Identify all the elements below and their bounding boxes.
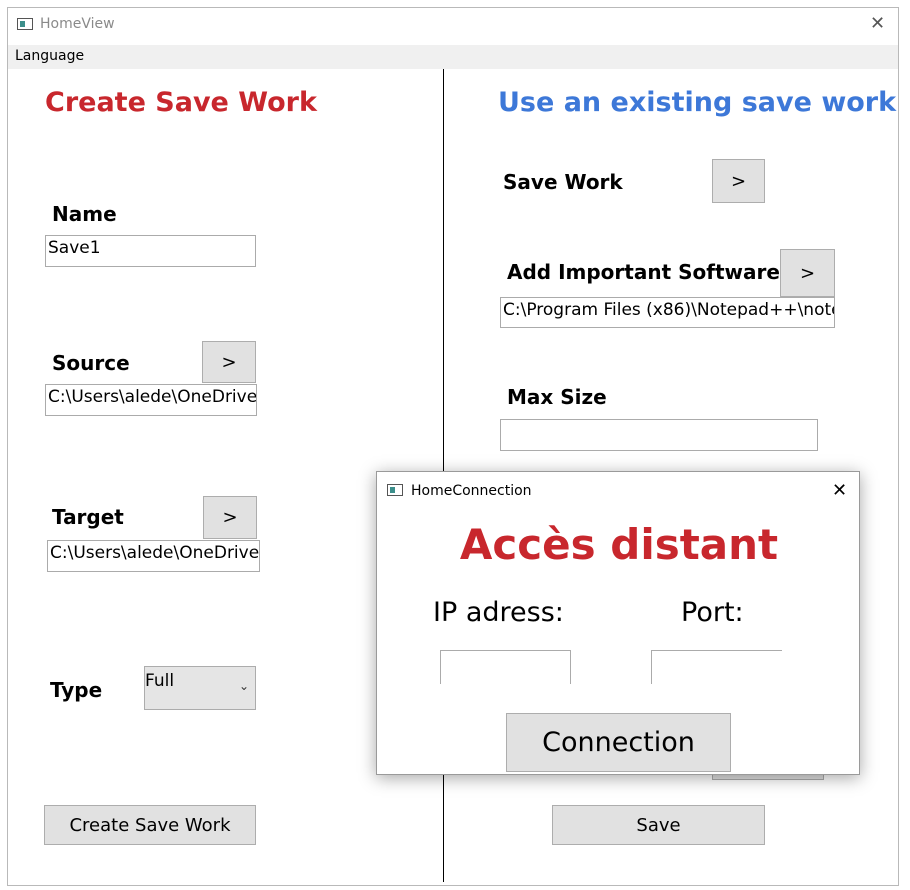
add-software-label: Add Important Software	[507, 260, 780, 284]
type-label: Type	[50, 678, 103, 702]
ip-label: IP adress:	[433, 597, 564, 628]
source-input[interactable]: C:\Users\alede\OneDrive	[45, 384, 257, 416]
menu-language[interactable]: Language	[15, 48, 84, 64]
dialog-title: HomeConnection	[411, 483, 532, 499]
source-browse-button[interactable]: >	[202, 341, 256, 383]
save-work-browse-button[interactable]: >	[712, 159, 765, 203]
target-browse-button[interactable]: >	[203, 496, 257, 539]
save-button[interactable]: Save	[552, 805, 765, 845]
dialog-heading: Accès distant	[459, 520, 779, 569]
target-label: Target	[52, 505, 124, 529]
create-save-work-heading: Create Save Work	[45, 87, 317, 118]
window-title: HomeView	[40, 16, 115, 32]
save-work-label: Save Work	[503, 170, 623, 194]
connection-button[interactable]: Connection	[506, 713, 731, 772]
name-input[interactable]: Save1	[45, 235, 256, 267]
type-select-value: Full	[145, 671, 175, 691]
port-input[interactable]	[651, 650, 782, 684]
name-label: Name	[52, 202, 117, 226]
source-label: Source	[52, 351, 130, 375]
max-size-input[interactable]	[500, 419, 818, 451]
chevron-down-icon: ⌄	[239, 679, 250, 693]
dialog-close-icon[interactable]: ✕	[832, 482, 847, 500]
add-software-browse-button[interactable]: >	[780, 249, 835, 297]
menu-bar	[8, 45, 898, 69]
port-label: Port:	[681, 597, 744, 628]
target-input[interactable]: C:\Users\alede\OneDrive	[47, 540, 260, 572]
existing-save-work-heading: Use an existing save work	[498, 87, 897, 118]
dialog-app-icon	[387, 484, 403, 496]
create-save-work-button[interactable]: Create Save Work	[44, 805, 256, 845]
type-select[interactable]: Full ⌄	[144, 666, 256, 710]
max-size-label: Max Size	[507, 385, 607, 409]
ip-input[interactable]	[440, 650, 571, 684]
app-icon	[17, 18, 33, 30]
close-icon[interactable]: ✕	[870, 15, 885, 33]
home-connection-dialog: HomeConnection ✕ Accès distant IP adress…	[376, 471, 860, 775]
software-path-input[interactable]: C:\Program Files (x86)\Notepad++\note	[500, 297, 835, 328]
